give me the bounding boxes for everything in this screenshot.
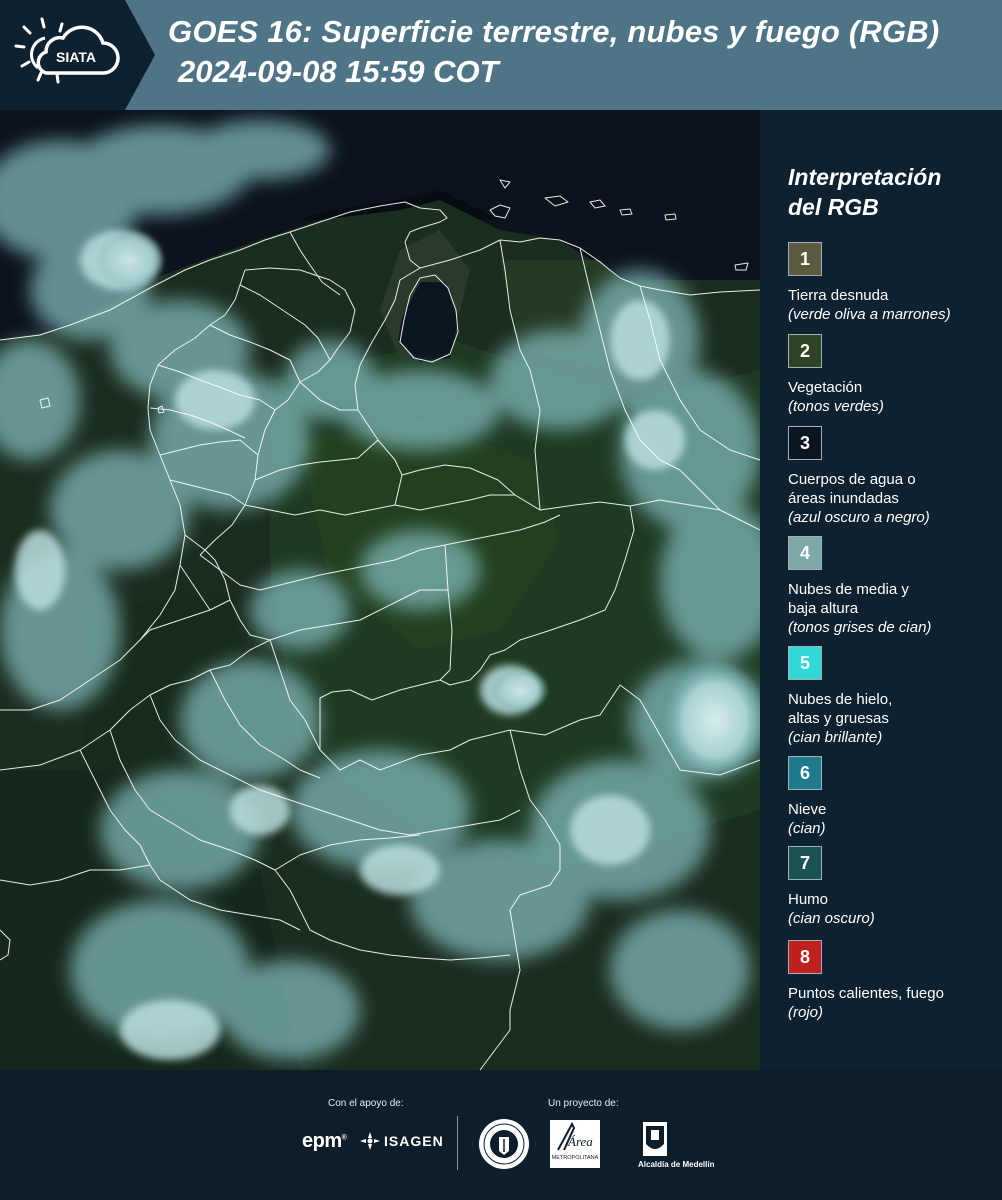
svg-text:Área: Área xyxy=(567,1134,593,1149)
legend-sublabel: (rojo) xyxy=(788,1004,824,1021)
alcaldia-label: Alcaldía de Medellín xyxy=(638,1160,715,1169)
legend-label: baja altura xyxy=(788,600,859,617)
legend-sublabel: (tonos grises de cian) xyxy=(788,619,932,636)
alcaldia-shield-icon[interactable] xyxy=(640,1120,670,1160)
project-label: Un proyecto de: xyxy=(548,1098,619,1109)
siata-logo[interactable]: SIATA xyxy=(0,0,155,110)
legend-swatch: 8 xyxy=(788,940,822,974)
timestamp: 2024-09-08 15:59 COT xyxy=(178,54,499,89)
legend-swatch: 5 xyxy=(788,646,822,680)
legend-swatch: 7 xyxy=(788,846,822,880)
legend-label: Tierra desnuda xyxy=(788,287,889,304)
legend-sublabel: (cian oscuro) xyxy=(788,910,875,927)
legend-label: altas y gruesas xyxy=(788,710,889,727)
university-seal-icon[interactable] xyxy=(477,1117,531,1171)
legend-item: 8 Puntos calientes, fuego (rojo) xyxy=(788,940,998,1022)
satellite-map[interactable] xyxy=(0,110,760,1070)
svg-text:METROPOLITANA: METROPOLITANA xyxy=(552,1155,599,1161)
svg-text:SIATA: SIATA xyxy=(56,49,96,65)
legend-label: Vegetación xyxy=(788,379,863,396)
legend-item: 2 Vegetación (tonos verdes) xyxy=(788,334,998,416)
legend-item: 1 Tierra desnuda (verde oliva a marrones) xyxy=(788,242,998,324)
legend-item: 7 Humo (cian oscuro) xyxy=(788,846,998,928)
legend-panel: Interpretación del RGB 1 Tierra desnuda (v… xyxy=(760,110,1002,1070)
legend-label: Humo xyxy=(788,891,829,908)
area-metropolitana-logo[interactable]: Área METROPOLITANA xyxy=(550,1120,600,1168)
legend-label: Cuerpos de agua o xyxy=(788,471,916,488)
legend-item: 5 Nubes de hielo, altas y gruesas (cian bri… xyxy=(788,646,998,747)
isagen-logo[interactable]: ISAGEN xyxy=(360,1132,444,1150)
legend-swatch: 3 xyxy=(788,426,822,460)
legend-sublabel: (azul oscuro a negro) xyxy=(788,509,930,526)
header: SIATA GOES 16: Superficie terrestre, nub… xyxy=(0,0,1002,110)
support-label: Con el apoyo de: xyxy=(328,1098,404,1109)
legend-swatch: 4 xyxy=(788,536,822,570)
legend-item: 3 Cuerpos de agua o áreas inundadas (azul o… xyxy=(788,426,998,527)
isagen-icon xyxy=(360,1132,380,1150)
legend-swatch: 1 xyxy=(788,242,822,276)
legend-sublabel: (cian) xyxy=(788,820,826,837)
legend-item: 4 Nubes de media y baja altura (tonos grise… xyxy=(788,536,998,637)
footer-divider xyxy=(457,1116,458,1170)
legend-sublabel: (verde oliva a marrones) xyxy=(788,306,951,323)
legend-title: Interpretación del RGB xyxy=(788,164,942,220)
legend-sublabel: (tonos verdes) xyxy=(788,398,884,415)
legend-sublabel: (cian brillante) xyxy=(788,729,883,746)
legend-label: áreas inundadas xyxy=(788,490,899,507)
legend-swatch: 2 xyxy=(788,334,822,368)
page-title: GOES 16: Superficie terrestre, nubes y f… xyxy=(168,14,940,49)
legend-label: Puntos calientes, fuego xyxy=(788,985,944,1002)
legend-swatch: 6 xyxy=(788,756,822,790)
legend-label: Nieve xyxy=(788,801,827,818)
legend-label: Nubes de media y xyxy=(788,581,909,598)
epm-logo[interactable]: epm® xyxy=(302,1130,347,1153)
footer: Con el apoyo de: Un proyecto de: epm® IS… xyxy=(0,1070,1002,1200)
legend-label: Nubes de hielo, xyxy=(788,691,893,708)
legend-item: 6 Nieve (cian) xyxy=(788,756,998,838)
